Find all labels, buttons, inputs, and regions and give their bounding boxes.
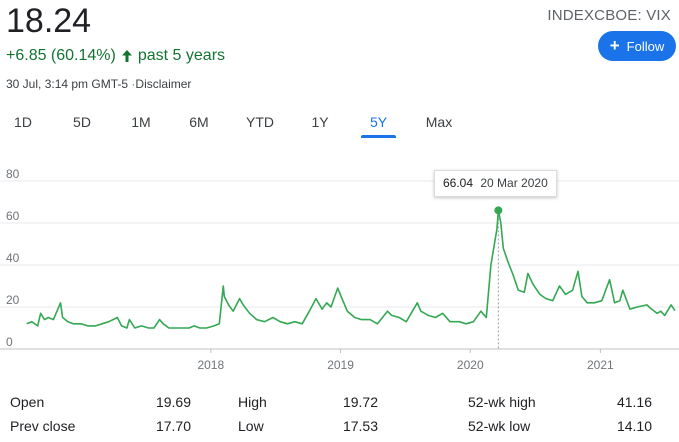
current-price: 18.24 [6, 2, 92, 40]
peak-point[interactable] [494, 206, 503, 215]
timestamp: 30 Jul, 3:14 pm GMT-5 [6, 77, 129, 91]
ticker-symbol: INDEXCBOE: VIX [547, 7, 671, 24]
price-chart[interactable]: 0 20 40 60 80 2018 2019 2020 2021 [0, 160, 679, 380]
y-tick-label: 20 [6, 293, 20, 307]
stat-label-52wk-low: 52-wk low [468, 418, 531, 434]
stat-label-52wk-high: 52-wk high [468, 394, 536, 410]
stat-value-high: 19.72 [342, 394, 378, 410]
x-tick-label: 2020 [457, 358, 484, 372]
stats-row: Open 19.69 High 19.72 52-wk high 41.16 [0, 390, 679, 414]
disclaimer-link[interactable]: Disclaimer [135, 77, 191, 91]
y-tick-label: 40 [6, 251, 20, 265]
tab-max[interactable]: Max [418, 108, 460, 138]
x-tick-label: 2018 [197, 358, 224, 372]
tab-1y[interactable]: 1Y [303, 108, 337, 138]
stats-table: Open 19.69 High 19.72 52-wk high 41.16 P… [0, 390, 679, 438]
arrow-up-icon [121, 50, 132, 62]
x-tick-label: 2021 [587, 358, 614, 372]
y-axis: 0 20 40 60 80 [6, 167, 20, 349]
stat-label-open: Open [10, 394, 45, 410]
tab-1d[interactable]: 1D [7, 108, 39, 138]
tooltip-value: 66.04 [443, 176, 474, 190]
stats-row: Prev close 17.70 Low 17.53 52-wk low 14.… [0, 414, 679, 438]
change-period: past 5 years [137, 47, 226, 64]
stat-label-prev-close: Prev close [10, 418, 76, 434]
stat-label-low: Low [238, 418, 264, 434]
quote-meta: 30 Jul, 3:14 pm GMT-5 ·Disclaimer [6, 77, 191, 91]
tab-5y[interactable]: 5Y [361, 108, 396, 138]
stat-value-52wk-high: 41.16 [616, 394, 652, 410]
tab-1m[interactable]: 1M [123, 108, 159, 138]
plus-icon: + [609, 35, 620, 55]
y-tick-label: 80 [6, 167, 20, 181]
x-axis: 2018 2019 2020 2021 [197, 349, 614, 372]
chart-tooltip: 66.04 20 Mar 2020 [434, 170, 557, 197]
follow-button[interactable]: + Follow [598, 31, 676, 61]
range-tabs: 1D 5D 1M 6M YTD 1Y 5Y Max [0, 108, 679, 138]
series-line [26, 209, 676, 329]
tab-ytd[interactable]: YTD [238, 108, 282, 138]
change-value: +6.85 (60.14%) [6, 47, 116, 64]
x-tick-label: 2019 [327, 358, 354, 372]
follow-label: Follow [626, 38, 665, 54]
stat-value-prev-close: 17.70 [155, 418, 191, 434]
y-tick-label: 0 [6, 335, 13, 349]
tab-5d[interactable]: 5D [65, 108, 99, 138]
stat-value-open: 19.69 [155, 394, 191, 410]
stat-value-low: 17.53 [342, 418, 378, 434]
stat-label-high: High [238, 394, 267, 410]
y-tick-label: 60 [6, 209, 20, 223]
stat-value-52wk-low: 14.10 [616, 418, 652, 434]
tooltip-date: 20 Mar 2020 [480, 176, 548, 190]
price-change: +6.85 (60.14%) past 5 years [6, 46, 225, 66]
tab-6m[interactable]: 6M [181, 108, 217, 138]
